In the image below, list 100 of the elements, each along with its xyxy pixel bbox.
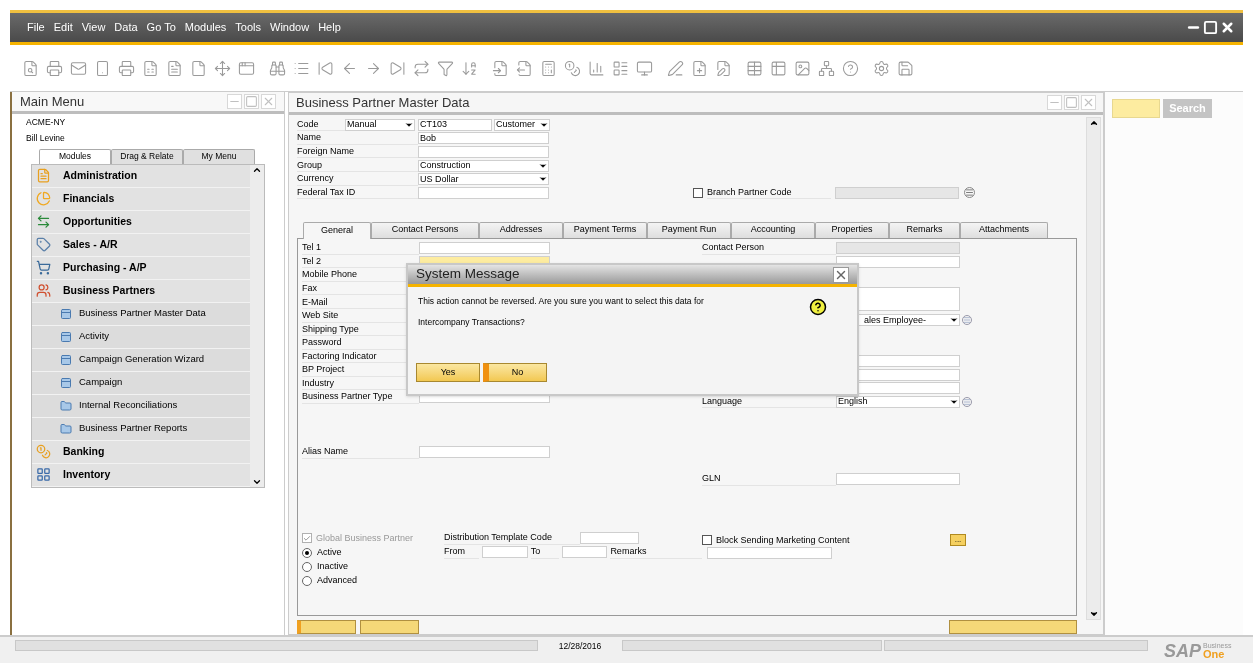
tab[interactable]: Contact Persons [371, 221, 479, 238]
module-item[interactable]: Inventory [32, 463, 250, 487]
printer-icon[interactable] [46, 59, 63, 77]
module-item[interactable]: Purchasing - A/P [32, 256, 250, 280]
menu-item[interactable]: Tools [235, 19, 262, 36]
module-item[interactable]: Administration [32, 164, 250, 188]
form-button[interactable] [297, 619, 356, 634]
tab[interactable]: Modules [39, 148, 111, 164]
phone-icon[interactable] [94, 59, 111, 77]
binoculars-icon[interactable] [269, 59, 286, 77]
tab[interactable]: Payment Run [647, 221, 731, 238]
submenu-item[interactable]: Business Partner Master Data [32, 302, 250, 326]
layout-icon[interactable] [612, 59, 629, 77]
filter-icon[interactable] [437, 59, 454, 77]
tab[interactable]: Addresses [479, 221, 563, 238]
help-icon[interactable] [842, 59, 859, 77]
coins-icon[interactable] [564, 59, 581, 77]
submenu-item[interactable]: Business Partner Reports [32, 417, 250, 441]
import-icon[interactable] [492, 59, 509, 77]
chart-icon[interactable] [588, 59, 605, 77]
save-icon[interactable] [897, 59, 914, 77]
module-item[interactable]: Financials [32, 187, 250, 211]
menu-item[interactable]: Window [270, 19, 310, 36]
network-icon[interactable] [818, 59, 835, 77]
tab[interactable]: General [303, 221, 371, 239]
list-icon[interactable] [962, 396, 972, 407]
module-item[interactable]: Business Partners [32, 279, 250, 303]
input-field[interactable] [580, 532, 639, 545]
refresh-icon[interactable] [413, 59, 430, 77]
dropdown-field[interactable]: Customer [494, 118, 550, 131]
tab[interactable]: Accounting [731, 221, 815, 238]
input-field[interactable] [836, 473, 960, 486]
list-icon[interactable] [962, 315, 972, 326]
window-icon[interactable] [238, 59, 255, 77]
close-icon[interactable] [1220, 20, 1235, 35]
dropdown-field[interactable]: Manual [345, 118, 415, 131]
submenu-item[interactable]: Campaign Generation Wizard [32, 348, 250, 372]
dropdown-field[interactable]: English [836, 395, 960, 408]
input-field[interactable]: Bob [418, 132, 549, 145]
dropdown-field[interactable]: US Dollar [418, 173, 549, 186]
close-icon[interactable] [833, 266, 849, 283]
input-field[interactable] [481, 546, 528, 559]
submenu-item[interactable]: Internal Reconciliations [32, 394, 250, 418]
settings-icon[interactable] [873, 59, 890, 77]
tab[interactable]: Remarks [889, 221, 960, 238]
module-item[interactable]: Banking [32, 440, 250, 464]
edit-file-icon[interactable] [715, 59, 732, 77]
list-icon[interactable] [964, 187, 975, 199]
monitor-icon[interactable] [636, 59, 653, 77]
document-icon[interactable] [166, 59, 183, 77]
first-record-icon[interactable] [317, 59, 334, 77]
tab[interactable]: Payment Terms [563, 221, 647, 238]
form-button[interactable] [360, 619, 419, 634]
radio-button[interactable] [302, 561, 312, 572]
dialog-button[interactable]: Yes [416, 363, 480, 382]
form-button[interactable] [949, 619, 1077, 634]
export-icon[interactable] [516, 59, 533, 77]
module-item[interactable]: Sales - A/R [32, 233, 250, 257]
submenu-item[interactable]: Activity [32, 325, 250, 349]
menu-item[interactable]: Data [114, 19, 138, 36]
input-field[interactable] [835, 186, 959, 199]
input-field[interactable] [561, 546, 608, 559]
submenu-item[interactable]: Campaign [32, 371, 250, 395]
last-record-icon[interactable] [389, 59, 406, 77]
scroll-down-icon[interactable] [1088, 609, 1099, 619]
menu-item[interactable]: Go To [146, 19, 176, 36]
spreadsheet-icon[interactable] [142, 59, 159, 77]
radio-button[interactable] [302, 547, 312, 558]
mail-icon[interactable] [70, 59, 87, 77]
checkbox[interactable] [693, 187, 703, 198]
menu-item[interactable]: Edit [53, 19, 73, 36]
sort-icon[interactable] [461, 59, 478, 77]
input-field[interactable] [707, 547, 832, 560]
move-icon[interactable] [214, 59, 231, 77]
input-field[interactable] [418, 186, 549, 199]
menu-item[interactable]: File [27, 19, 45, 36]
new-file-icon[interactable] [691, 59, 708, 77]
tab[interactable]: Attachments [960, 221, 1048, 238]
pen-icon[interactable] [667, 59, 684, 77]
menu-item[interactable]: Help [318, 19, 341, 36]
image-icon[interactable] [794, 59, 811, 77]
menu-item[interactable]: Modules [184, 19, 227, 36]
more-button[interactable]: ... [950, 534, 966, 547]
fax-icon[interactable] [118, 59, 135, 77]
input-field[interactable] [418, 146, 549, 158]
input-field[interactable] [419, 242, 550, 255]
input-field[interactable] [419, 446, 550, 459]
calculator-icon[interactable] [540, 59, 557, 77]
input-field[interactable] [836, 242, 960, 255]
tab[interactable]: Drag & Relate [111, 148, 183, 164]
tab[interactable]: My Menu [183, 148, 255, 164]
table-icon[interactable] [746, 59, 763, 77]
dropdown-field[interactable]: Construction [418, 159, 549, 172]
scrollbar[interactable] [1086, 117, 1101, 620]
input-field[interactable] [836, 255, 960, 268]
scrollbar[interactable] [250, 164, 264, 487]
tab[interactable]: Properties [815, 221, 889, 238]
preview-icon[interactable] [22, 59, 39, 77]
menu-item[interactable]: View [81, 19, 106, 36]
file-icon[interactable] [190, 59, 207, 77]
